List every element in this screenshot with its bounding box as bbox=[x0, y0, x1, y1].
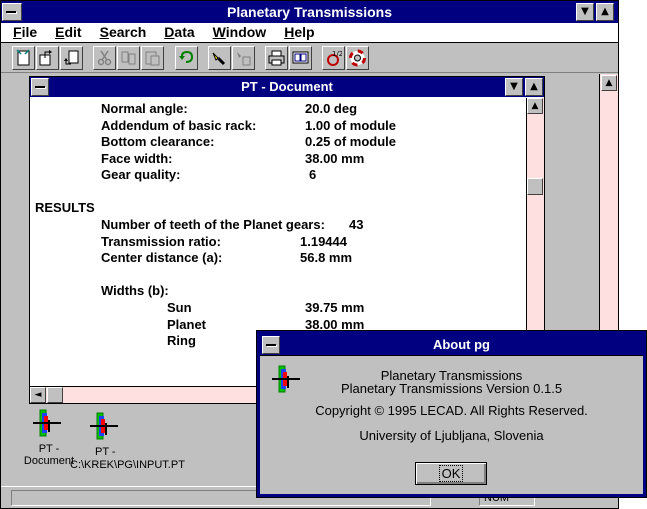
param-value: 0.25 of module bbox=[305, 134, 397, 149]
replace-icon bbox=[237, 52, 251, 66]
flashlight-icon bbox=[212, 52, 226, 66]
menu-file[interactable]: File bbox=[1, 23, 45, 42]
document-scroll-thumb[interactable] bbox=[527, 178, 543, 195]
copy-icon bbox=[121, 51, 136, 65]
param-value: 6 bbox=[309, 167, 317, 182]
help-context-icon: 1/2 bbox=[327, 50, 342, 66]
menu-search[interactable]: Search bbox=[90, 23, 155, 42]
about-ok-button[interactable]: OK bbox=[415, 462, 487, 485]
print-button[interactable] bbox=[265, 46, 288, 70]
about-version: Planetary Transmissions Version 0.1.5 bbox=[340, 381, 563, 396]
menu-edit[interactable]: Edit bbox=[45, 23, 89, 42]
width-value: 39.75 mm bbox=[305, 300, 365, 315]
document-scroll-left-button[interactable]: ◄ bbox=[30, 387, 46, 403]
document-system-menu-icon[interactable] bbox=[31, 78, 49, 96]
result-value: 56.8 mm bbox=[300, 250, 353, 265]
printer-icon bbox=[268, 50, 285, 66]
result-value: 1.19444 bbox=[300, 234, 347, 249]
width-label: Planet bbox=[167, 317, 207, 332]
widths-heading: Widths (b): bbox=[101, 283, 169, 298]
document-scroll-up-button[interactable]: ▲ bbox=[527, 98, 543, 114]
app-maximize-button[interactable]: ▲ bbox=[596, 3, 614, 21]
result-label: Number of teeth of the Planet gears: bbox=[101, 217, 325, 232]
open-button[interactable] bbox=[36, 46, 59, 70]
app-minimize-button[interactable]: ▼ bbox=[576, 3, 594, 21]
svg-text:1/2: 1/2 bbox=[332, 50, 342, 58]
save-icon bbox=[64, 50, 79, 65]
gear-transmission-icon bbox=[90, 412, 118, 440]
menu-help[interactable]: Help bbox=[274, 23, 322, 42]
about-ok-label: OK bbox=[438, 465, 464, 482]
paste-icon bbox=[145, 51, 160, 66]
app-title: Planetary Transmissions bbox=[227, 4, 392, 20]
minimized-icon-label: C:\KREK\PG\INPUT.PT bbox=[70, 459, 185, 471]
undo-arrow-icon bbox=[179, 50, 194, 63]
width-label: Sun bbox=[167, 300, 192, 315]
about-university: University of Ljubljana, Slovenia bbox=[359, 428, 544, 443]
preview-button[interactable] bbox=[289, 46, 312, 70]
param-label: Face width: bbox=[101, 151, 173, 166]
scissors-icon bbox=[97, 50, 112, 66]
width-label: Ring bbox=[167, 333, 196, 348]
result-label: Center distance (a): bbox=[101, 250, 223, 265]
about-dialog: About pg Planetary Transmissions Planeta… bbox=[256, 330, 647, 498]
lifebuoy-icon bbox=[349, 49, 366, 67]
menu-window[interactable]: Window bbox=[203, 23, 275, 42]
param-value: 20.0 deg bbox=[305, 101, 358, 116]
result-label: Transmission ratio: bbox=[101, 234, 221, 249]
result-value: 43 bbox=[349, 217, 364, 232]
print-preview-icon bbox=[292, 51, 309, 64]
document-maximize-button[interactable]: ▲ bbox=[525, 78, 543, 96]
about-title: About pg bbox=[432, 337, 491, 352]
width-value: 38.00 mm bbox=[305, 317, 365, 332]
about-system-menu-icon[interactable] bbox=[262, 336, 280, 354]
document-minimize-button[interactable]: ▼ bbox=[505, 78, 523, 96]
menu-bar: File Edit Search Data Window Help bbox=[1, 23, 618, 43]
document-title-bar[interactable]: PT - Document ▼ ▲ bbox=[30, 77, 544, 97]
document-title: PT - Document bbox=[241, 79, 333, 94]
help-context-button[interactable]: 1/2 bbox=[322, 46, 345, 70]
cut-button[interactable] bbox=[93, 46, 116, 70]
param-label: Addendum of basic rack: bbox=[101, 118, 257, 133]
open-folder-icon bbox=[39, 50, 52, 66]
minimized-icon-label: PT - bbox=[95, 446, 116, 458]
paste-button[interactable] bbox=[141, 46, 164, 70]
app-title-bar[interactable]: Planetary Transmissions ▼ ▲ bbox=[1, 1, 618, 23]
new-document-icon bbox=[16, 49, 30, 66]
results-heading: RESULTS bbox=[35, 200, 95, 215]
copy-button[interactable] bbox=[117, 46, 140, 70]
help-lifebuoy-button[interactable] bbox=[346, 46, 369, 70]
minimized-input-icon[interactable]: PT - C:\KREK\PG\INPUT.PT bbox=[70, 406, 190, 474]
menu-data[interactable]: Data bbox=[154, 23, 202, 42]
gear-transmission-icon bbox=[33, 409, 61, 437]
find-button[interactable] bbox=[208, 46, 231, 70]
param-value: 38.00 mm bbox=[305, 151, 365, 166]
about-copyright: Copyright © 1995 LECAD. All Rights Reser… bbox=[315, 403, 588, 418]
new-document-button[interactable] bbox=[12, 46, 35, 70]
about-title-bar[interactable]: About pg bbox=[260, 334, 643, 356]
save-button[interactable] bbox=[60, 46, 83, 70]
param-value: 1.00 of module bbox=[305, 118, 397, 133]
app-scroll-up-button[interactable]: ▲ bbox=[601, 75, 617, 91]
undo-button[interactable] bbox=[175, 46, 198, 70]
param-label: Bottom clearance: bbox=[101, 134, 215, 149]
document-hscroll-thumb[interactable] bbox=[47, 387, 63, 403]
param-label: Normal angle: bbox=[101, 101, 188, 116]
param-label: Gear quality: bbox=[101, 167, 181, 182]
replace-button[interactable] bbox=[232, 46, 255, 70]
